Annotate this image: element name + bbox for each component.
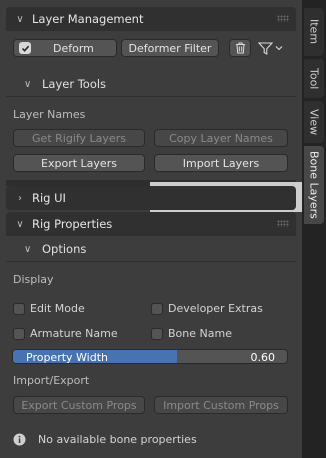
developer-extras-checkbox[interactable] <box>151 303 163 315</box>
tab-bone-layers[interactable]: Bone Layers <box>304 146 324 224</box>
edit-mode-checkbox[interactable] <box>13 303 25 315</box>
chevron-down-icon: ∨ <box>16 13 24 25</box>
copy-layer-names-label: Copy Layer Names <box>169 131 273 145</box>
tab-label: View <box>307 108 321 136</box>
chevron-down-icon <box>275 46 283 51</box>
info-row: No available bone properties <box>13 430 197 448</box>
tab-tool[interactable]: Tool <box>304 59 324 98</box>
chevron-down-icon: ∨ <box>24 78 32 90</box>
tab-view[interactable]: View <box>304 101 324 143</box>
layer-names-label: Layer Names <box>13 108 86 121</box>
import-layers-button[interactable]: Import Layers <box>154 154 288 172</box>
tab-label: Bone Layers <box>307 151 321 219</box>
import-export-label: Import/Export <box>13 374 90 387</box>
tab-label: Item <box>307 19 321 45</box>
info-message: No available bone properties <box>38 432 197 446</box>
drag-handle-icon[interactable] <box>277 220 289 227</box>
get-rigify-layers-label: Get Rigify Layers <box>32 131 126 145</box>
developer-extras-label: Developer Extras <box>168 302 263 315</box>
deform-toggle[interactable]: Deform <box>13 39 117 57</box>
deformer-filter-button[interactable]: Deformer Filter <box>121 39 219 57</box>
edit-mode-label: Edit Mode <box>30 302 85 315</box>
copy-layer-names-button[interactable]: Copy Layer Names <box>154 129 288 147</box>
export-custom-props-button[interactable]: Export Custom Props <box>13 396 145 414</box>
chevron-right-icon: › <box>18 192 22 204</box>
rig-ui-header-extension <box>150 186 296 210</box>
checkbox-checked-icon <box>19 42 31 54</box>
export-layers-label: Export Layers <box>41 156 117 170</box>
info-icon <box>13 433 26 445</box>
properties-sidebar: ∨ Layer Management Deform Deformer Filte… <box>0 0 302 458</box>
import-custom-props-button[interactable]: Import Custom Props <box>154 396 288 414</box>
panel-title: Layer Management <box>32 12 144 26</box>
delete-button[interactable] <box>229 39 251 57</box>
property-width-value: 0.60 <box>250 351 276 364</box>
filter-dropdown[interactable] <box>258 39 288 57</box>
panel-title: Rig Properties <box>32 217 113 231</box>
armature-name-label: Armature Name <box>30 327 118 340</box>
bone-name-label: Bone Name <box>168 327 232 340</box>
filter-icon <box>258 41 273 55</box>
subpanel-title: Options <box>42 242 87 256</box>
rig-properties-panel-header[interactable]: ∨ Rig Properties <box>6 212 296 236</box>
chevron-down-icon: ∨ <box>16 218 24 230</box>
layer-tools-subpanel-header[interactable]: ∨ Layer Tools <box>6 73 296 95</box>
tab-item[interactable]: Item <box>304 8 324 56</box>
armature-name-checkbox[interactable] <box>13 328 25 340</box>
subpanel-title: Layer Tools <box>42 77 107 91</box>
bone-name-checkbox[interactable] <box>151 328 163 340</box>
sidebar-tab-bar: Item Tool View Bone Layers <box>302 0 326 458</box>
subpanel-divider <box>6 96 296 97</box>
property-width-label: Property Width <box>26 351 109 364</box>
property-width-slider[interactable]: Property Width 0.60 <box>12 349 288 364</box>
export-custom-props-label: Export Custom Props <box>21 398 137 412</box>
layer-management-panel-header[interactable]: ∨ Layer Management <box>6 7 296 31</box>
deform-label: Deform <box>53 41 94 55</box>
deformer-filter-label: Deformer Filter <box>128 41 212 55</box>
chevron-down-icon: ∨ <box>24 243 32 255</box>
drag-handle-icon[interactable] <box>277 15 289 22</box>
subpanel-divider <box>6 261 296 262</box>
import-layers-label: Import Layers <box>182 156 260 170</box>
trash-icon <box>235 42 245 54</box>
options-subpanel-header[interactable]: ∨ Options <box>6 238 296 260</box>
import-custom-props-label: Import Custom Props <box>163 398 279 412</box>
export-layers-button[interactable]: Export Layers <box>13 154 145 172</box>
tab-label: Tool <box>307 67 321 90</box>
display-label: Display <box>13 273 54 286</box>
panel-title: Rig UI <box>32 191 66 205</box>
get-rigify-layers-button[interactable]: Get Rigify Layers <box>13 129 145 147</box>
